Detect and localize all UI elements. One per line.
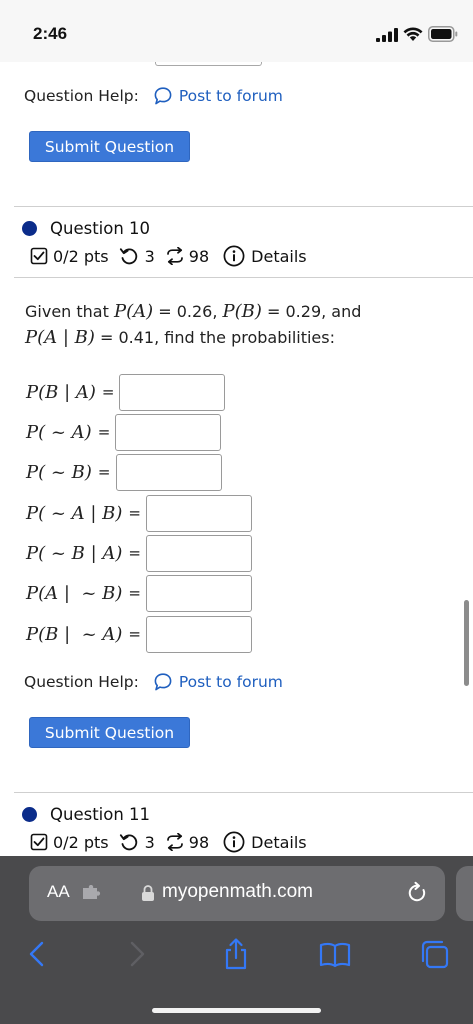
answer-input[interactable] [146, 494, 252, 532]
question-help-label: Question Help: [24, 673, 139, 691]
answer-label: P( ~ A | B) [26, 502, 123, 524]
page-content: Question Help: Post to forum Submit Ques… [0, 62, 473, 856]
question-retries: 98 [188, 832, 210, 852]
text-size-button[interactable]: AA [47, 882, 70, 902]
address-bar[interactable]: AA myopenmath.com [29, 866, 445, 921]
answer-row: P( ~ A | B) = [26, 494, 252, 532]
status-bar: 2:46 [0, 0, 473, 62]
retry-arrows-icon [166, 833, 183, 851]
url-text[interactable]: myopenmath.com [162, 881, 313, 903]
answer-row: P(B | ~ A) = [26, 615, 252, 653]
problem-statement: Given that P(A) = 0.26, P(B) = 0.29, and… [25, 299, 455, 351]
equals-sign: = [101, 383, 115, 401]
post-to-forum-link[interactable]: Post to forum [179, 673, 283, 691]
answer-label: P(B | ~ A) [26, 623, 123, 645]
question-status-dot-icon [22, 806, 37, 822]
checkbox-score-icon [30, 247, 48, 265]
question-header: Question 11 [22, 802, 150, 826]
question-details-link[interactable]: Details [251, 833, 306, 852]
question-help-row: Question Help: Post to forum [24, 670, 283, 694]
answer-input[interactable] [146, 534, 252, 572]
divider [14, 277, 473, 278]
equals-sign: = [128, 625, 141, 643]
undo-attempts-icon [119, 834, 137, 851]
answer-row: P( ~ A) = [26, 413, 222, 451]
value-pab: = 0.41, find the probabilities: [99, 328, 335, 347]
question-meta-row: 0/2 pts 3 98 Details [30, 829, 307, 855]
previous-answer-input[interactable] [155, 62, 262, 66]
question-title: Question 11 [50, 804, 151, 824]
math-pb: P(B) [222, 301, 262, 322]
equals-sign: = [128, 544, 141, 562]
submit-question-button[interactable]: Submit Question [29, 717, 190, 748]
question-status-dot-icon [22, 220, 37, 236]
value-pa: = 0.26, [158, 302, 218, 321]
retry-arrows-icon [166, 247, 183, 265]
equals-sign: = [97, 463, 111, 481]
divider [14, 792, 473, 793]
cellular-signal-icon [376, 28, 398, 42]
question-help-row: Question Help: Post to forum [24, 84, 283, 108]
answer-input[interactable] [115, 413, 222, 451]
info-icon[interactable] [223, 831, 245, 853]
question-points: 0/2 pts [53, 832, 109, 852]
question-points: 0/2 pts [53, 246, 109, 266]
question-retries: 98 [188, 246, 210, 266]
question-details-link[interactable]: Details [251, 247, 306, 266]
home-indicator[interactable] [152, 1008, 321, 1013]
browser-toolbar: AA myopenmath.com [0, 856, 473, 1024]
equals-sign: = [97, 423, 111, 441]
answer-input[interactable] [119, 373, 226, 411]
answer-label: P( ~ B) [26, 461, 92, 483]
extension-puzzle-icon[interactable] [82, 885, 102, 901]
scrollbar-thumb[interactable] [464, 600, 469, 686]
answer-row: P(B | A) = [26, 373, 226, 411]
answer-input[interactable] [115, 453, 222, 491]
submit-question-button[interactable]: Submit Question [29, 131, 190, 162]
status-time: 2:46 [33, 24, 68, 43]
share-icon[interactable] [219, 937, 253, 971]
answer-input[interactable] [146, 615, 252, 653]
math-pa: P(A) [113, 301, 154, 322]
question-meta-row: 0/2 pts 3 98 Details [30, 243, 307, 269]
answer-label: P( ~ B | A) [26, 542, 123, 564]
undo-attempts-icon [119, 248, 137, 265]
answer-row: P( ~ B | A) = [26, 534, 252, 572]
tabs-icon[interactable] [418, 937, 452, 971]
divider [14, 206, 473, 207]
speech-bubble-icon [154, 87, 172, 105]
equals-sign: = [128, 504, 141, 522]
answer-label: P(A | ~ B) [26, 582, 123, 604]
question-attempts: 3 [144, 832, 155, 852]
answer-row: P( ~ B) = [26, 453, 222, 491]
bookmarks-book-icon[interactable] [318, 937, 352, 971]
post-to-forum-link[interactable]: Post to forum [179, 87, 283, 105]
answer-label: P( ~ A) [26, 421, 92, 443]
question-header: Question 10 [22, 216, 150, 240]
answer-label: P(B | A) [26, 381, 96, 403]
speech-bubble-icon [154, 673, 172, 691]
answer-input[interactable] [146, 574, 252, 612]
forward-chevron-icon[interactable] [120, 937, 154, 971]
battery-icon [428, 26, 458, 42]
problem-prefix: Given that [25, 302, 109, 321]
question-help-label: Question Help: [24, 87, 139, 105]
question-attempts: 3 [144, 246, 155, 266]
info-icon[interactable] [223, 245, 245, 267]
math-pab: P(A | B) [25, 327, 95, 348]
question-title: Question 10 [50, 218, 151, 238]
checkbox-score-icon [30, 833, 48, 851]
next-tab-peek[interactable] [456, 866, 473, 921]
equals-sign: = [128, 584, 141, 602]
reload-icon[interactable] [405, 881, 429, 905]
wifi-icon [403, 27, 423, 41]
lock-icon [142, 885, 154, 901]
answer-row: P(A | ~ B) = [26, 574, 252, 612]
value-pb: = 0.29, and [267, 302, 362, 321]
back-chevron-icon[interactable] [20, 937, 54, 971]
